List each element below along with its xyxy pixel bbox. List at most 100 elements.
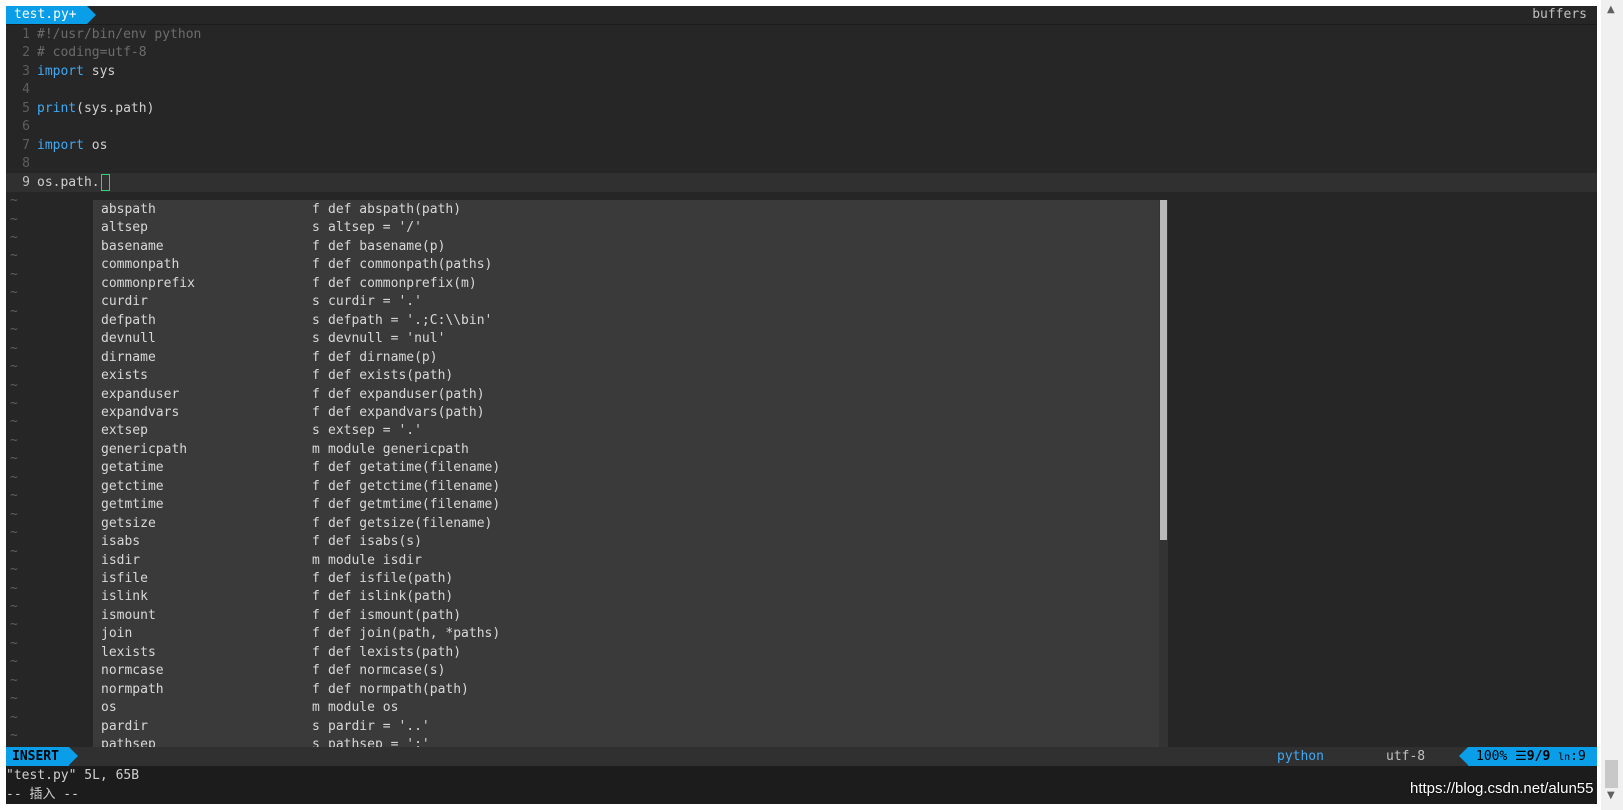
completion-item[interactable]: genericpath m module genericpath (93, 440, 1159, 459)
completion-item[interactable]: normpath f def normpath(path) (93, 680, 1159, 699)
empty-line-marker: ~ (10, 488, 18, 504)
completion-detail: def isfile(path) (328, 571, 454, 586)
completion-item[interactable]: isabs f def isabs(s) (93, 532, 1159, 551)
completion-item[interactable]: getatime f def getatime(filename) (93, 458, 1159, 477)
completion-kind: f (312, 515, 320, 531)
completion-item[interactable]: expanduser f def expanduser(path) (93, 385, 1159, 404)
empty-line-marker: ~ (10, 562, 18, 578)
line-number: 8 (22, 156, 30, 172)
statusline: INSERT python utf-8 100% ☰9/9 ln:9 (6, 747, 1597, 766)
completion-item[interactable]: defpath s defpath = '.;C:\\bin' (93, 311, 1159, 330)
completion-detail: def getatime(filename) (328, 460, 501, 476)
completion-scrollbar-thumb[interactable] (1160, 200, 1167, 540)
completion-item[interactable]: dirname f def dirname(p) (93, 348, 1159, 367)
completion-item[interactable]: basename f def basename(p) (93, 237, 1159, 256)
code-line[interactable]: 5 print(sys.path) (6, 99, 1597, 118)
completion-kind: s (312, 737, 320, 747)
completion-word: basename (101, 238, 164, 254)
comment-token: #!/usr/bin/env python (37, 27, 202, 42)
completion-item[interactable]: exists f def exists(path) (93, 366, 1159, 385)
completion-word: expandvars (101, 404, 180, 420)
completion-kind: f (312, 644, 320, 660)
empty-line-marker: ~ (10, 303, 18, 319)
code-line[interactable]: 4 (6, 80, 1597, 99)
completion-item[interactable]: pathsep s pathsep = ';' (93, 735, 1159, 747)
completion-item[interactable]: isdir m module isdir (93, 551, 1159, 570)
completion-kind: s (312, 423, 320, 439)
completion-word: commonprefix (101, 275, 195, 291)
code-line[interactable]: 2 # coding=utf-8 (6, 43, 1597, 62)
completion-item[interactable]: isfile f def isfile(path) (93, 569, 1159, 588)
code-line[interactable]: 7 import os (6, 136, 1597, 155)
completion-detail: def commonpath(paths) (328, 257, 493, 273)
code-text: print(sys.path) (37, 99, 154, 118)
completion-item[interactable]: lexists f def lexists(path) (93, 643, 1159, 662)
code-text: os.path. (37, 173, 110, 192)
completion-kind: m (312, 700, 320, 716)
tab-test-py[interactable]: test.py+ (6, 6, 96, 24)
completion-item[interactable]: extsep s extsep = '.' (93, 421, 1159, 440)
completion-detail: def isabs(s) (328, 534, 422, 550)
empty-line-marker: ~ (10, 432, 18, 448)
completion-item[interactable]: expandvars f def expandvars(path) (93, 403, 1159, 422)
code-token: sys (83, 63, 116, 79)
editor-area[interactable]: 1 #!/usr/bin/env python 2 # coding=utf-8 3 im… (6, 25, 1597, 747)
completion-item[interactable]: devnull s devnull = 'nul' (93, 329, 1159, 348)
vim-window: test.py+ buffers 1 #!/usr/bin/env python 2… (6, 6, 1597, 804)
code-line[interactable]: 6 (6, 117, 1597, 136)
completion-kind: m (312, 552, 320, 568)
completion-item[interactable]: abspath f def abspath(path) (93, 200, 1159, 219)
completion-word: expanduser (101, 386, 180, 402)
completion-item[interactable]: pardir s pardir = '..' (93, 717, 1159, 736)
completion-item[interactable]: getmtime f def getmtime(filename) (93, 495, 1159, 514)
position-indicator: 100% ☰9/9 ln:9 (1459, 747, 1597, 766)
completion-word: defpath (101, 312, 156, 328)
code-line[interactable]: 9 os.path. (6, 172, 1597, 192)
completion-item[interactable]: join f def join(path, *paths) (93, 624, 1159, 643)
code-line[interactable]: 8 (6, 154, 1597, 173)
scrollbar-thumb[interactable] (1605, 760, 1618, 788)
completion-detail: devnull = 'nul' (328, 331, 446, 347)
line-number: 6 (22, 119, 30, 135)
completion-popup[interactable]: abspath f def abspath(path) altsep s altsep =… (93, 200, 1159, 747)
empty-line-marker: ~ (10, 543, 18, 559)
completion-kind: f (312, 534, 320, 550)
keyword-token: import (37, 137, 84, 153)
mode-indicator: INSERT (6, 747, 78, 766)
completion-item[interactable]: normcase f def normcase(s) (93, 661, 1159, 680)
completion-detail: def commonprefix(m) (328, 275, 477, 291)
completion-kind: m (312, 441, 320, 457)
empty-line-marker: ~ (10, 469, 18, 485)
code-line[interactable]: 1 #!/usr/bin/env python (6, 25, 1597, 44)
completion-item[interactable]: altsep s altsep = '/' (93, 218, 1159, 237)
empty-line-marker: ~ (10, 709, 18, 725)
completion-item[interactable]: commonprefix f def commonprefix(m) (93, 274, 1159, 293)
completion-kind: f (312, 202, 320, 217)
empty-line-marker: ~ (10, 211, 18, 227)
empty-line-marker: ~ (10, 266, 18, 282)
completion-item[interactable]: getsize f def getsize(filename) (93, 514, 1159, 533)
completion-scrollbar[interactable] (1159, 200, 1168, 747)
completion-word: normpath (101, 681, 164, 697)
completion-detail: def lexists(path) (328, 644, 462, 660)
window-scrollbar[interactable]: ▲ ▼ (1601, 0, 1623, 810)
completion-item[interactable]: getctime f def getctime(filename) (93, 477, 1159, 496)
completion-word: lexists (101, 644, 156, 660)
completion-word: devnull (101, 331, 156, 347)
empty-line-marker: ~ (10, 359, 18, 375)
completion-item[interactable]: curdir s curdir = '.' (93, 292, 1159, 311)
scroll-up-arrow-icon[interactable]: ▲ (1607, 4, 1615, 15)
completion-item[interactable]: islink f def islink(path) (93, 587, 1159, 606)
completion-item[interactable]: ismount f def ismount(path) (93, 606, 1159, 625)
line-number: 1 (22, 27, 30, 42)
completion-kind: f (312, 349, 320, 365)
watermark: https://blog.csdn.net/alun55 (1410, 780, 1594, 797)
completion-detail: pardir = '..' (328, 718, 430, 734)
completion-kind: f (312, 681, 320, 697)
scroll-down-arrow-icon[interactable]: ▼ (1607, 790, 1615, 801)
code-line[interactable]: 3 import sys (6, 62, 1597, 81)
completion-item[interactable]: os m module os (93, 698, 1159, 717)
completion-item[interactable]: commonpath f def commonpath(paths) (93, 255, 1159, 274)
empty-line-marker: ~ (10, 396, 18, 411)
completion-detail: def basename(p) (328, 238, 446, 254)
